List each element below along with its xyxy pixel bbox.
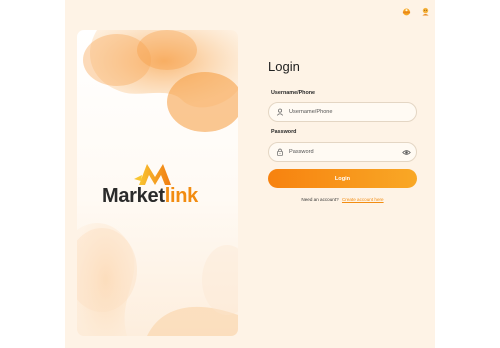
password-field[interactable]: Password: [268, 142, 417, 162]
username-field[interactable]: Username/Phone: [268, 102, 417, 122]
brand-name-market: Market: [102, 185, 165, 207]
password-input[interactable]: Password: [289, 149, 401, 155]
signup-prompt-text: Need an account?: [301, 197, 339, 202]
login-button[interactable]: Login: [268, 169, 417, 188]
password-label: Password: [271, 129, 297, 135]
eye-icon[interactable]: [401, 147, 411, 157]
signup-prompt: Need an account? Create account here: [268, 197, 417, 202]
cloud-weather-icon[interactable]: [402, 3, 411, 16]
top-icons: [402, 3, 430, 16]
brand-name-link: link: [164, 185, 199, 207]
brand-panel: Marketlink: [77, 30, 238, 336]
username-label: Username/Phone: [271, 90, 316, 96]
create-account-link[interactable]: Create account here: [342, 197, 384, 202]
brand-wordmark: Marketlink: [102, 185, 198, 208]
username-input[interactable]: Username/Phone: [289, 109, 416, 115]
user-profile-icon[interactable]: [421, 3, 430, 16]
lock-icon: [275, 147, 285, 157]
user-icon: [275, 107, 285, 117]
page-title: Login: [268, 59, 300, 74]
